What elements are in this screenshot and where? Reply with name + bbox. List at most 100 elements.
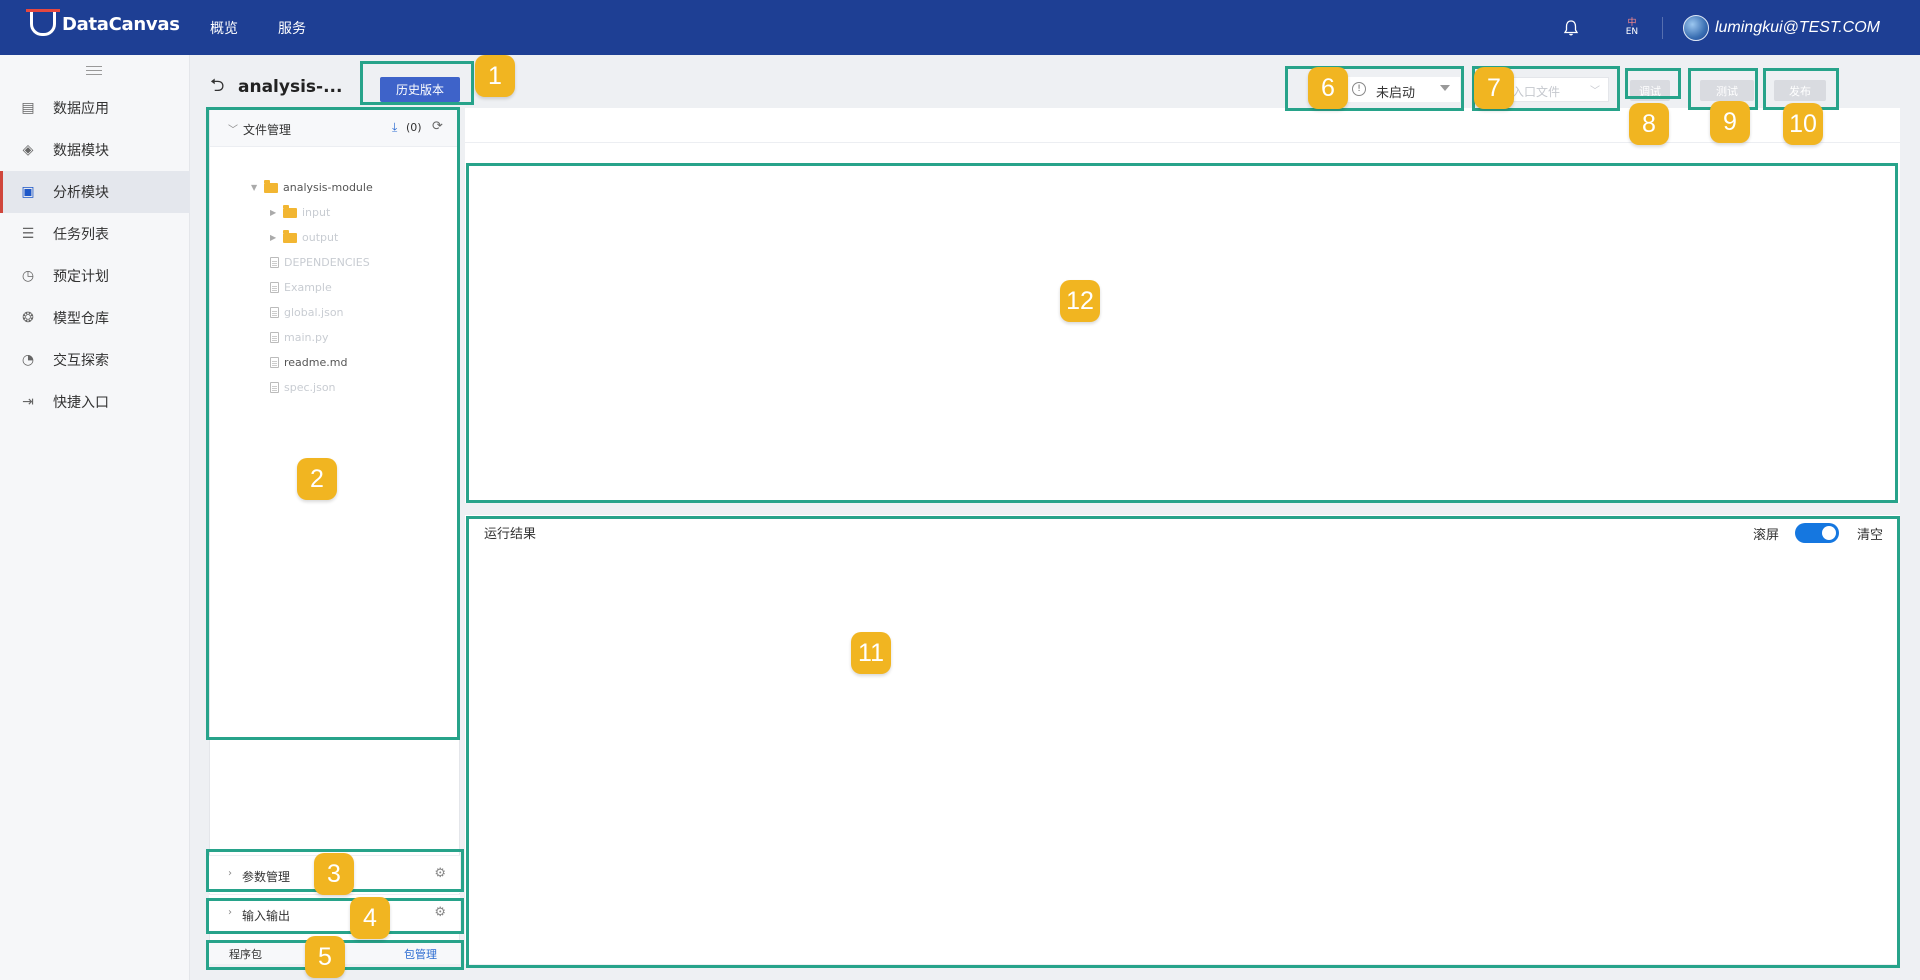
callout-badge-6: 6 bbox=[1308, 67, 1348, 109]
schedule-icon: ◷ bbox=[21, 268, 35, 284]
tree-file-label: spec.json bbox=[284, 381, 336, 394]
sidebar-item-label: 数据应用 bbox=[53, 101, 109, 117]
debug-button[interactable]: 调试 bbox=[1630, 80, 1670, 101]
nav-services[interactable]: 服务 bbox=[278, 18, 306, 38]
folder-icon bbox=[283, 204, 297, 218]
tree-file-label: main.py bbox=[284, 331, 329, 344]
sidebar-item-model-repo[interactable]: ❂ 模型仓库 bbox=[0, 297, 190, 339]
entry-file-placeholder: 入口文件 bbox=[1512, 85, 1561, 99]
tree-root-label: analysis-module bbox=[283, 181, 373, 194]
lang-en: EN bbox=[1625, 27, 1639, 37]
tree-file-dependencies[interactable]: DEPENDENCIES bbox=[270, 256, 370, 269]
callout-badge-4: 4 bbox=[350, 897, 390, 939]
sidebar-item-data-apps[interactable]: ▤ 数据应用 bbox=[0, 87, 190, 129]
caret-right-icon: ▶ bbox=[270, 208, 277, 217]
tree-file-readme[interactable]: readme.md bbox=[270, 356, 347, 369]
sidebar-item-data-modules[interactable]: ◈ 数据模块 bbox=[0, 129, 190, 171]
sidebar-item-label: 模型仓库 bbox=[53, 311, 109, 327]
callout-badge-3: 3 bbox=[314, 853, 354, 895]
entry-icon: ⇥ bbox=[22, 394, 34, 410]
tree-file-label: readme.md bbox=[284, 356, 348, 369]
file-icon bbox=[270, 357, 279, 368]
code-editor[interactable] bbox=[465, 143, 1900, 503]
sidebar-item-label: 数据模块 bbox=[53, 143, 109, 159]
sidebar-item-shortcuts[interactable]: ⇥ 快捷入口 bbox=[0, 381, 190, 423]
tree-file-label: global.json bbox=[284, 306, 344, 319]
callout-badge-7: 7 bbox=[1474, 67, 1514, 109]
package-manage-link[interactable]: 包管理 bbox=[404, 946, 437, 962]
tree-file-example[interactable]: Example bbox=[270, 281, 332, 294]
top-nav: 概览 服务 bbox=[210, 18, 306, 38]
tree-folder-output[interactable]: ▶ output bbox=[270, 229, 339, 244]
io-label: 输入输出 bbox=[242, 909, 291, 923]
history-version-button[interactable]: 历史版本 bbox=[380, 77, 460, 102]
test-button[interactable]: 测试 bbox=[1700, 80, 1754, 101]
avatar[interactable] bbox=[1682, 15, 1709, 41]
logo[interactable]: DataCanvas bbox=[26, 9, 180, 36]
chevron-down-icon: ﹀ bbox=[228, 125, 238, 136]
sidebar-item-label: 预定计划 bbox=[53, 269, 109, 285]
caret-down-icon: ▼ bbox=[251, 183, 258, 192]
upload-icon[interactable]: ⤓ bbox=[392, 120, 397, 135]
tree-folder-label: output bbox=[302, 231, 339, 244]
back-arrow-icon[interactable]: ⮌ bbox=[210, 77, 230, 95]
scroll-toggle[interactable] bbox=[1795, 523, 1839, 543]
logo-text: DataCanvas bbox=[62, 13, 180, 35]
caret-down-icon bbox=[1440, 85, 1450, 91]
callout-badge-1: 1 bbox=[475, 55, 515, 97]
tree-file-main-py[interactable]: main.py bbox=[270, 331, 328, 344]
file-icon bbox=[270, 307, 279, 318]
language-switch[interactable]: 中 EN bbox=[1622, 19, 1642, 37]
chevron-right-icon: › bbox=[228, 907, 232, 918]
tree-file-label: Example bbox=[284, 281, 332, 294]
tree-file-spec-json[interactable]: spec.json bbox=[270, 381, 336, 394]
callout-badge-8: 8 bbox=[1629, 103, 1669, 145]
editor-tabs-bar bbox=[465, 108, 1900, 143]
sidebar-item-label: 交互探索 bbox=[53, 353, 109, 369]
nav-overview[interactable]: 概览 bbox=[210, 18, 238, 38]
io-row[interactable]: › 输入输出 ⚙ bbox=[209, 894, 460, 932]
callout-badge-5: 5 bbox=[305, 936, 345, 978]
status-select[interactable]: ! 未启动 bbox=[1340, 77, 1460, 102]
bell-icon[interactable] bbox=[1562, 19, 1580, 37]
entry-file-select[interactable]: 入口文件 ﹀ bbox=[1505, 77, 1609, 102]
sidebar-item-label: 快捷入口 bbox=[53, 395, 109, 411]
warning-icon: ! bbox=[1352, 82, 1366, 96]
file-icon bbox=[270, 257, 279, 268]
caret-right-icon: ▶ bbox=[270, 233, 277, 242]
tree-root[interactable]: ▼ analysis-module bbox=[251, 179, 373, 194]
tree-file-global-json[interactable]: global.json bbox=[270, 306, 344, 319]
app-icon: ▤ bbox=[21, 100, 35, 116]
sidebar-item-analysis-modules[interactable]: ▣ 分析模块 bbox=[0, 171, 190, 213]
file-icon bbox=[270, 332, 279, 343]
file-panel-title: 文件管理 bbox=[243, 123, 292, 137]
list-icon: ☰ bbox=[21, 226, 35, 242]
callout-badge-10: 10 bbox=[1783, 103, 1823, 145]
folder-icon bbox=[283, 229, 297, 243]
run-results-panel: 运行结果 滚屏 清空 bbox=[465, 515, 1900, 964]
callout-badge-11: 11 bbox=[851, 632, 891, 674]
toggle-knob bbox=[1822, 526, 1836, 540]
sidebar-item-explore[interactable]: ◔ 交互探索 bbox=[0, 339, 190, 381]
clear-button[interactable]: 清空 bbox=[1857, 524, 1883, 543]
refresh-icon[interactable]: ⟳ bbox=[432, 119, 443, 134]
explore-icon: ◔ bbox=[21, 352, 35, 368]
gear-icon[interactable]: ⚙ bbox=[434, 905, 446, 920]
package-label: 程序包 bbox=[229, 948, 262, 961]
sidebar-item-label: 分析模块 bbox=[53, 185, 109, 201]
sidebar-item-task-list[interactable]: ☰ 任务列表 bbox=[0, 213, 190, 255]
tree-file-label: DEPENDENCIES bbox=[284, 256, 370, 269]
tree-folder-label: input bbox=[302, 206, 331, 219]
file-panel-header[interactable]: ﹀ 文件管理 ⤓ (0) ⟳ bbox=[210, 109, 459, 147]
sidebar-item-schedule[interactable]: ◷ 预定计划 bbox=[0, 255, 190, 297]
user-name[interactable]: lumingkui@TEST.COM bbox=[1715, 19, 1880, 37]
results-title: 运行结果 bbox=[484, 527, 537, 542]
gear-icon[interactable]: ⚙ bbox=[434, 866, 446, 881]
tree-folder-input[interactable]: ▶ input bbox=[270, 204, 331, 219]
upload-count: (0) bbox=[406, 121, 422, 134]
chevron-down-icon: ﹀ bbox=[1590, 86, 1600, 97]
file-panel: ﹀ 文件管理 ⤓ (0) ⟳ ▼ analysis-module ▶ input… bbox=[209, 108, 460, 964]
publish-button[interactable]: 发布 bbox=[1774, 80, 1826, 101]
menu-toggle-icon[interactable] bbox=[86, 66, 102, 76]
monitor-icon: ▣ bbox=[21, 184, 35, 200]
